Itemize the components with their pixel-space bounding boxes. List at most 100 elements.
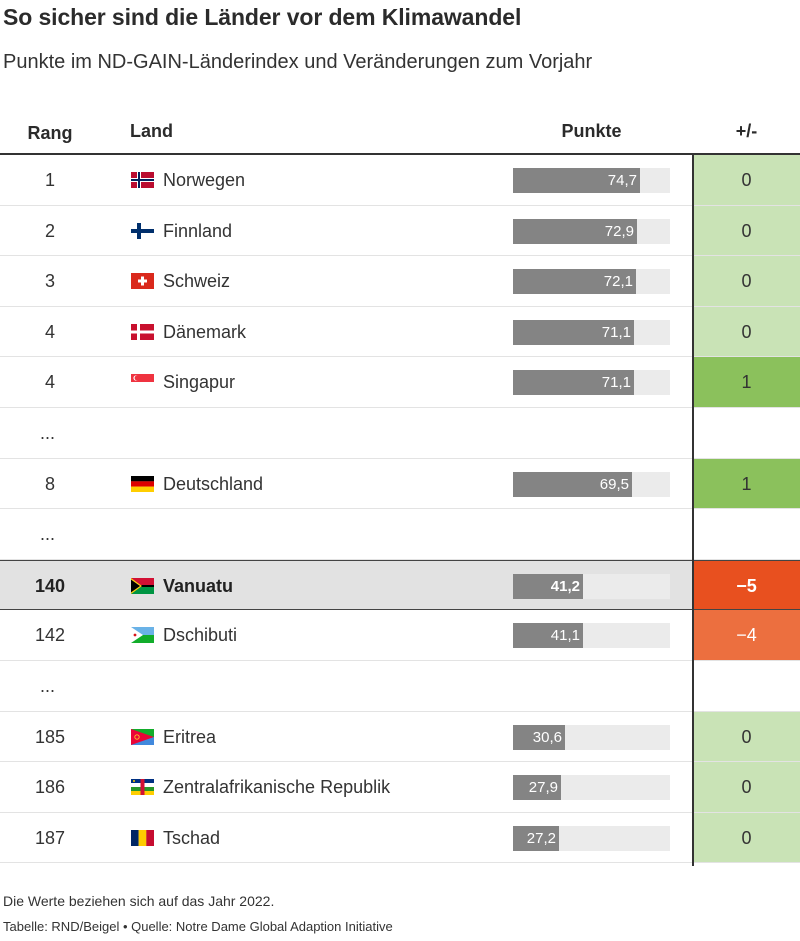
table-row: 2 Finnland 72,9 0 bbox=[0, 205, 800, 257]
ellipsis-text: ... bbox=[40, 422, 56, 443]
chart-subtitle: Punkte im ND-GAIN-Länderindex und Veränd… bbox=[3, 51, 593, 73]
source-credit: Tabelle: RND/Beigel • Quelle: Notre Dame… bbox=[3, 919, 393, 934]
change-value: −4 bbox=[736, 625, 757, 646]
points-bar-track: 27,2 bbox=[513, 825, 670, 851]
points-label: 41,2 bbox=[550, 577, 580, 595]
change-cell: 1 bbox=[693, 458, 800, 509]
change-value: 0 bbox=[741, 726, 752, 747]
ellipsis-text: ... bbox=[40, 524, 56, 545]
change-value: 0 bbox=[741, 777, 752, 798]
footnote: Die Werte beziehen sich auf das Jahr 202… bbox=[3, 893, 275, 909]
eritrea-flag-icon bbox=[131, 728, 154, 745]
points-label: 72,1 bbox=[603, 273, 633, 291]
rank-cell: 185 bbox=[34, 726, 66, 747]
points-bar-track: 27,9 bbox=[513, 775, 670, 801]
rank-cell: 142 bbox=[34, 625, 66, 646]
points-bar-track: 41,2 bbox=[513, 573, 670, 599]
rank-cell: 4 bbox=[44, 372, 55, 393]
points-bar-track: 74,7 bbox=[513, 168, 670, 193]
change-value: −5 bbox=[736, 575, 757, 596]
change-cell: −4 bbox=[693, 610, 800, 660]
country-name: Finnland bbox=[163, 220, 233, 241]
table-row: 8 Deutschland 69,5 1 bbox=[0, 458, 800, 510]
country-name: Singapur bbox=[163, 372, 236, 393]
table-gap-row: ... bbox=[0, 509, 800, 560]
points-bar-track: 72,9 bbox=[513, 218, 670, 244]
norway-flag-icon bbox=[131, 172, 154, 188]
change-cell: 1 bbox=[693, 357, 800, 407]
points-bar-track: 71,1 bbox=[513, 370, 670, 396]
change-value: 0 bbox=[741, 271, 752, 292]
change-cell: 0 bbox=[693, 762, 800, 812]
central-african-republic-flag-icon bbox=[131, 779, 154, 796]
column-header-country: Land bbox=[130, 121, 173, 141]
points-label: 71,1 bbox=[601, 374, 631, 392]
rank-cell: 186 bbox=[34, 777, 66, 798]
table-row: 185 Eritrea 30,6 0 bbox=[0, 711, 800, 763]
change-cell: 0 bbox=[693, 256, 800, 306]
table-row: 187 Tschad 27,2 0 bbox=[0, 812, 800, 864]
country-name: Dänemark bbox=[163, 321, 247, 342]
column-header-rank: Rang bbox=[27, 123, 73, 143]
change-value: 0 bbox=[741, 170, 752, 190]
table-gap-row: ... bbox=[0, 661, 800, 712]
points-label: 69,5 bbox=[599, 475, 629, 493]
change-cell: 0 bbox=[693, 205, 800, 256]
rank-cell: 8 bbox=[44, 473, 55, 494]
table-body: 1 Norwegen 74,7 0 2 Finnland 72,9 0 3 Schweiz 72,1… bbox=[0, 155, 800, 864]
table-row: 142 Dschibuti 41,1 −4 bbox=[0, 610, 800, 661]
change-cell: 0 bbox=[693, 812, 800, 863]
singapore-flag-icon bbox=[131, 374, 154, 391]
denmark-flag-icon bbox=[131, 323, 154, 340]
change-value: 1 bbox=[741, 372, 752, 393]
points-label: 41,1 bbox=[550, 627, 580, 645]
country-name: Dschibuti bbox=[163, 625, 238, 646]
points-label: 27,9 bbox=[528, 779, 558, 797]
rank-cell: 2 bbox=[44, 220, 55, 241]
switzerland-flag-icon bbox=[131, 273, 154, 290]
rank-cell: 4 bbox=[44, 321, 55, 342]
rank-cell: 1 bbox=[44, 170, 55, 190]
country-name: Tschad bbox=[163, 827, 221, 848]
country-name: Norwegen bbox=[163, 170, 246, 190]
points-bar-track: 30,6 bbox=[513, 724, 670, 750]
ranking-table: Rang Land Punkte +/- 1 Norwegen 74,7 0 2 Finn… bbox=[0, 108, 800, 864]
change-value: 0 bbox=[741, 220, 752, 241]
table-row: 4 Dänemark 71,1 0 bbox=[0, 306, 800, 358]
change-column-divider bbox=[692, 155, 694, 866]
change-value: 0 bbox=[741, 827, 752, 848]
country-name: Deutschland bbox=[163, 473, 264, 494]
finland-flag-icon bbox=[131, 222, 154, 239]
change-value: 0 bbox=[741, 321, 752, 342]
table-row: 1 Norwegen 74,7 0 bbox=[0, 155, 800, 206]
country-name: Zentralafrikanische Republik bbox=[163, 777, 391, 798]
change-cell: 0 bbox=[693, 711, 800, 762]
column-header-points: Punkte bbox=[561, 121, 622, 141]
table-row: 3 Schweiz 72,1 0 bbox=[0, 256, 800, 307]
points-bar-track: 71,1 bbox=[513, 319, 670, 345]
points-bar-track: 41,1 bbox=[513, 623, 670, 649]
table-header: Rang Land Punkte +/- bbox=[0, 108, 800, 155]
points-label: 74,7 bbox=[607, 172, 637, 189]
ellipsis-text: ... bbox=[40, 675, 56, 696]
country-name: Vanuatu bbox=[163, 575, 234, 596]
points-label: 30,6 bbox=[532, 728, 562, 746]
change-cell: 0 bbox=[693, 306, 800, 357]
points-label: 72,9 bbox=[604, 222, 634, 240]
change-cell: −5 bbox=[693, 560, 800, 610]
chart-title: So sicher sind die Länder vor dem Klimaw… bbox=[3, 4, 522, 30]
rank-cell: 187 bbox=[34, 827, 66, 848]
table-row: 186 Zentralafrikanische Republik 27,9 0 bbox=[0, 762, 800, 813]
country-name: Schweiz bbox=[163, 271, 231, 292]
points-label: 71,1 bbox=[601, 323, 631, 341]
rank-cell: 140 bbox=[34, 575, 66, 596]
vanuatu-flag-icon bbox=[131, 577, 154, 594]
djibouti-flag-icon bbox=[131, 627, 154, 644]
change-value: 1 bbox=[741, 473, 752, 494]
column-header-change: +/- bbox=[735, 121, 758, 141]
germany-flag-icon bbox=[131, 475, 154, 492]
table-gap-row: ... bbox=[0, 408, 800, 459]
rank-cell: 3 bbox=[44, 271, 55, 292]
points-bar-track: 72,1 bbox=[513, 269, 670, 295]
points-bar-track: 69,5 bbox=[513, 471, 670, 497]
